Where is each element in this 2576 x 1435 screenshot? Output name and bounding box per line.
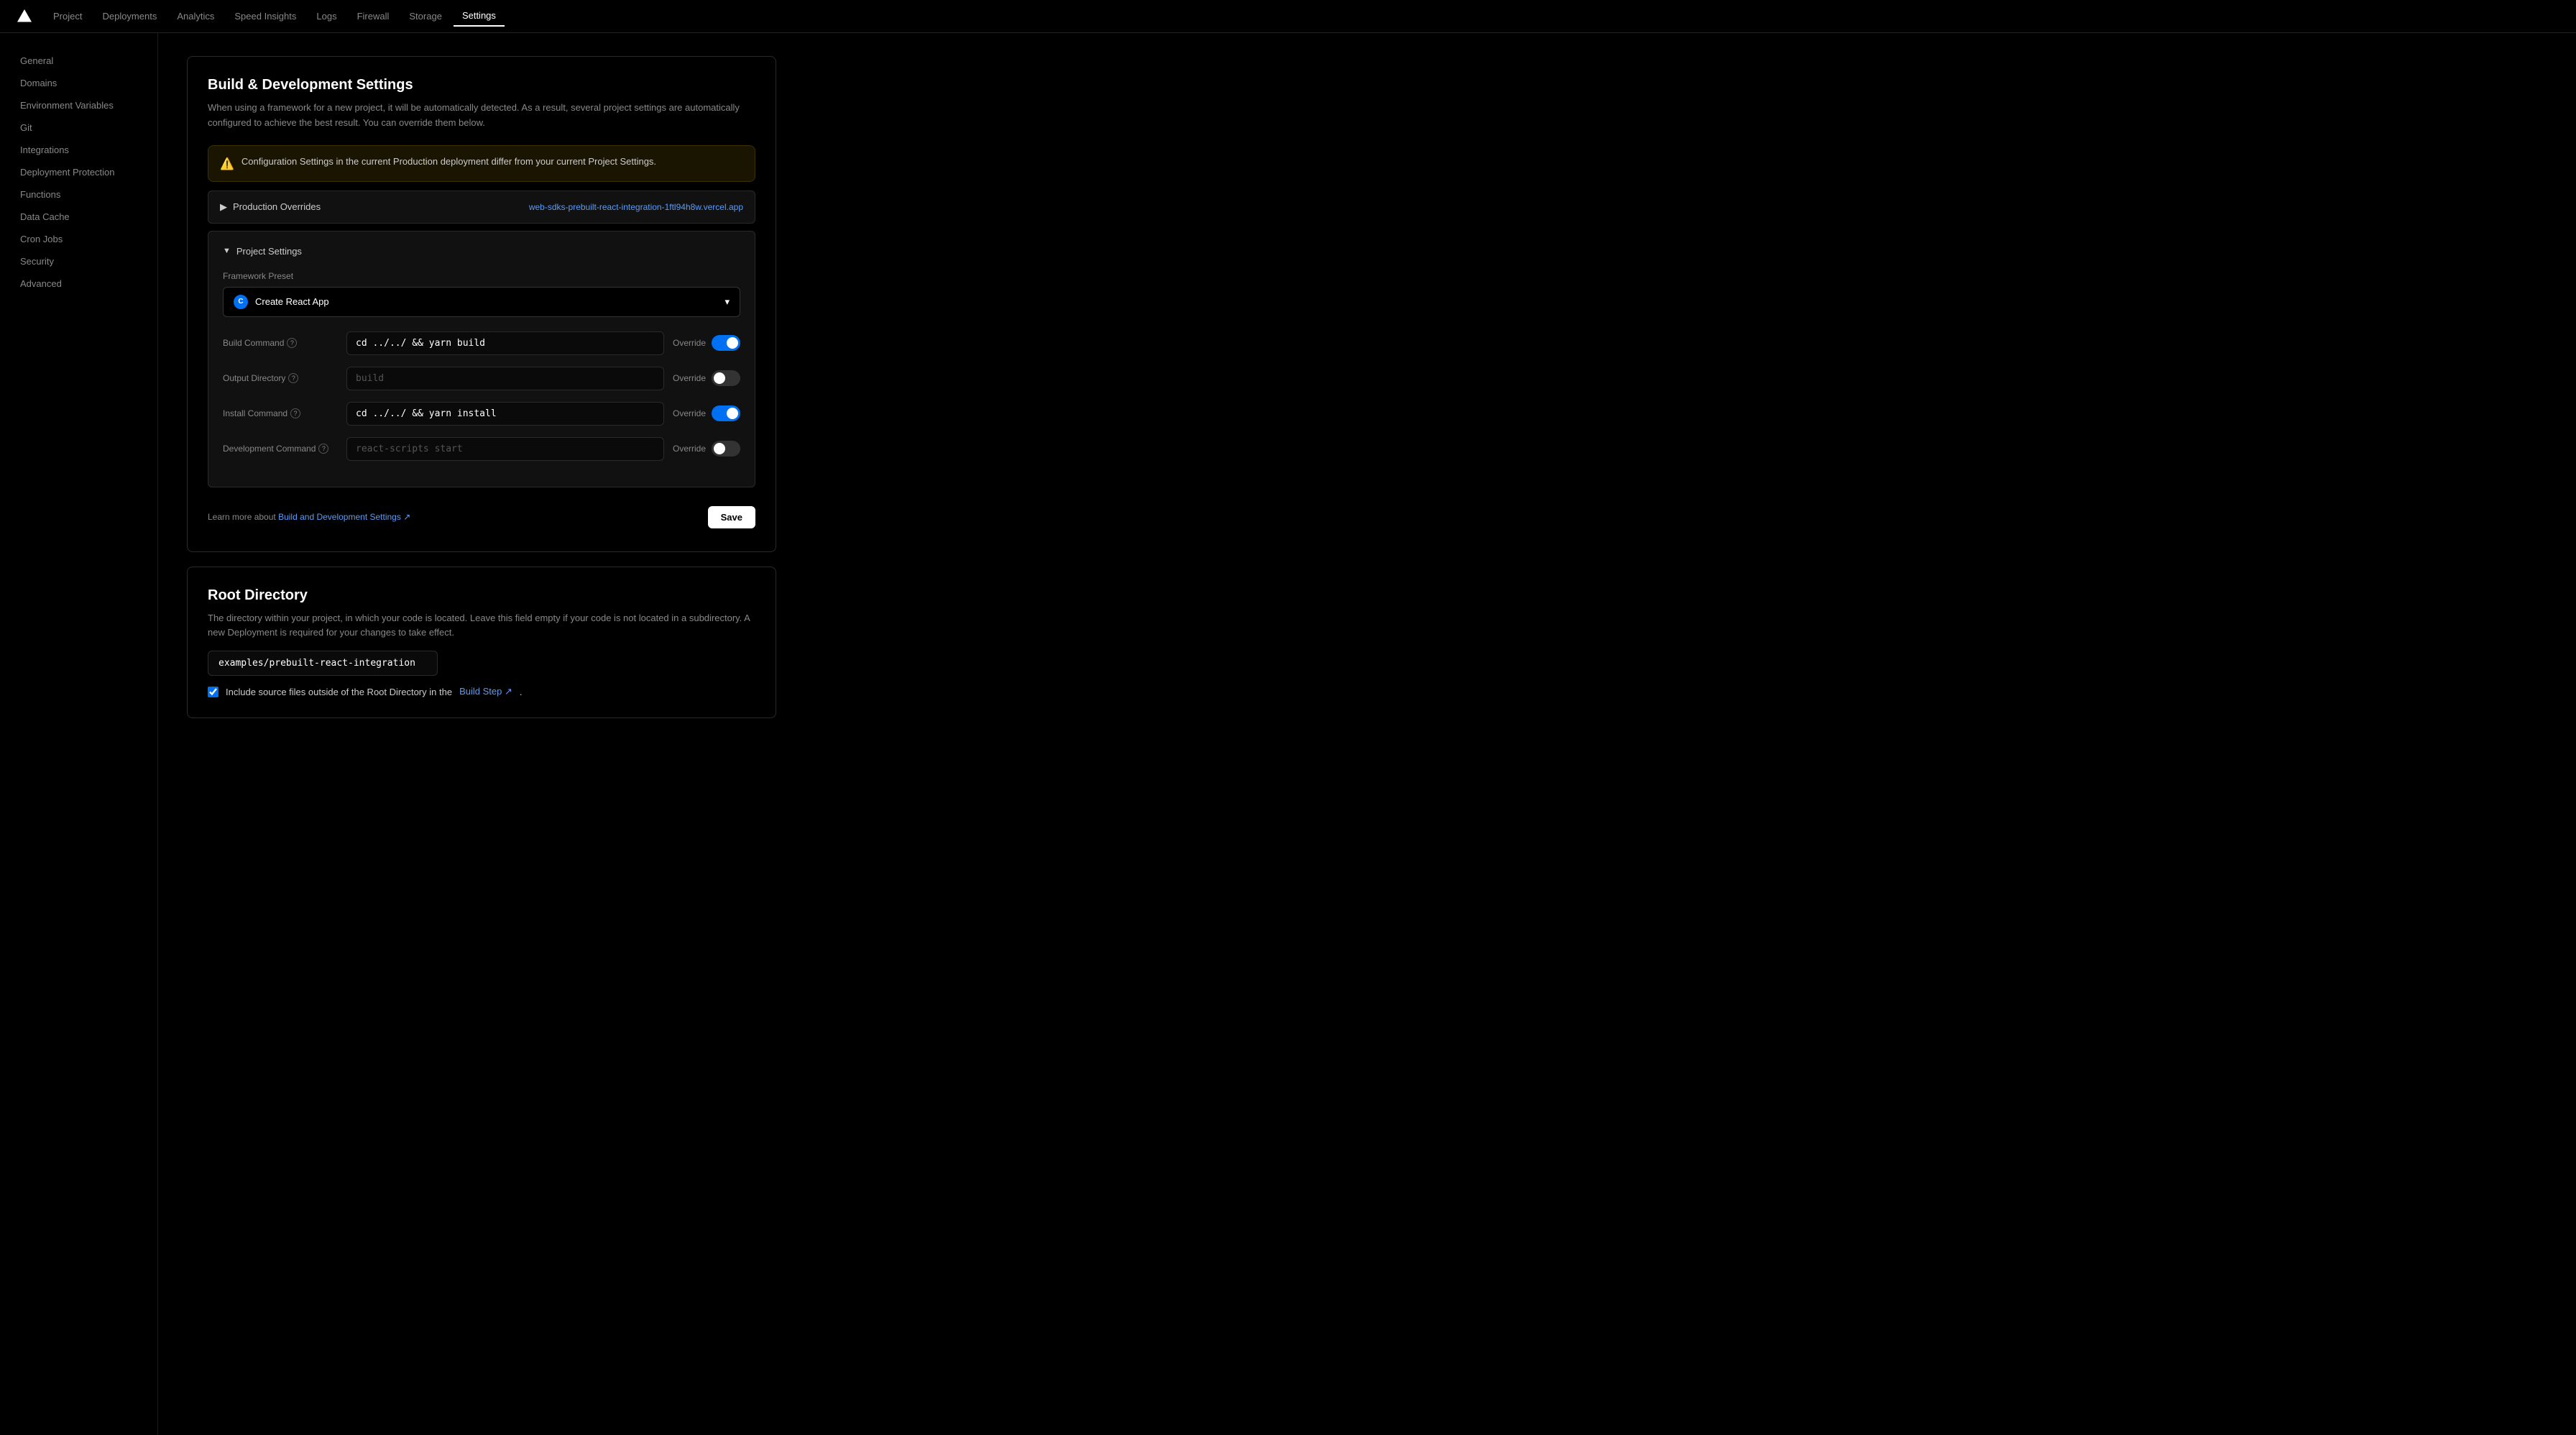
nav-analytics[interactable]: Analytics xyxy=(168,6,223,26)
output-directory-row: Output Directory ? Override xyxy=(223,367,740,390)
nav-firewall[interactable]: Firewall xyxy=(349,6,398,26)
install-command-input[interactable] xyxy=(346,402,664,426)
sidebar-item-git[interactable]: Git xyxy=(12,117,146,138)
sidebar-item-integrations[interactable]: Integrations xyxy=(12,139,146,160)
build-settings-desc: When using a framework for a new project… xyxy=(208,101,755,131)
install-command-help-icon[interactable]: ? xyxy=(290,408,300,418)
output-directory-help-icon[interactable]: ? xyxy=(288,373,298,383)
dev-command-help-icon[interactable]: ? xyxy=(318,444,328,454)
checkbox-label-text: Include source files outside of the Root… xyxy=(226,687,452,697)
nav-settings[interactable]: Settings xyxy=(454,6,505,27)
project-settings-box: ▼ Project Settings Framework Preset C Cr… xyxy=(208,231,755,487)
root-directory-card: Root Directory The directory within your… xyxy=(187,567,776,719)
sidebar-item-env-vars[interactable]: Environment Variables xyxy=(12,95,146,116)
build-command-input[interactable] xyxy=(346,331,664,355)
config-warning-banner: ⚠️ Configuration Settings in the current… xyxy=(208,145,755,182)
chevron-down-icon: ▼ xyxy=(223,247,231,255)
output-directory-toggle[interactable] xyxy=(712,370,740,386)
main-content: Build & Development Settings When using … xyxy=(158,33,805,1435)
build-step-link[interactable]: Build Step ↗ xyxy=(459,686,512,697)
build-section-footer: Learn more about Build and Development S… xyxy=(208,495,755,531)
framework-select[interactable]: C Create React App ▾ xyxy=(223,287,740,317)
build-settings-card: Build & Development Settings When using … xyxy=(187,56,776,552)
sidebar-item-advanced[interactable]: Advanced xyxy=(12,273,146,294)
nav-storage[interactable]: Storage xyxy=(400,6,451,26)
build-command-help-icon[interactable]: ? xyxy=(287,338,297,348)
dev-command-input[interactable] xyxy=(346,437,664,461)
framework-icon: C xyxy=(234,295,248,309)
framework-preset-label: Framework Preset xyxy=(223,271,740,281)
nav-speed-insights[interactable]: Speed Insights xyxy=(226,6,305,26)
warning-icon: ⚠️ xyxy=(220,157,234,171)
logo xyxy=(14,6,34,27)
build-command-row: Build Command ? Override xyxy=(223,331,740,355)
root-directory-desc: The directory within your project, in wh… xyxy=(208,611,755,641)
page-layout: General Domains Environment Variables Gi… xyxy=(0,33,2576,1435)
sidebar: General Domains Environment Variables Gi… xyxy=(0,33,158,1435)
nav-deployments[interactable]: Deployments xyxy=(93,6,165,26)
output-override-label: Override xyxy=(673,373,706,383)
framework-value: Create React App xyxy=(255,296,329,307)
dev-command-row: Development Command ? Override xyxy=(223,437,740,461)
sidebar-item-deployment-protection[interactable]: Deployment Protection xyxy=(12,162,146,183)
sidebar-item-domains[interactable]: Domains xyxy=(12,73,146,93)
install-command-label: Install Command xyxy=(223,408,288,418)
chevron-down-select-icon: ▾ xyxy=(724,296,730,308)
install-command-row: Install Command ? Override xyxy=(223,402,740,426)
sidebar-item-general[interactable]: General xyxy=(12,50,146,71)
production-overrides-row[interactable]: ▶ Production Overrides web-sdks-prebuilt… xyxy=(208,191,755,224)
footer-link[interactable]: Build and Development Settings ↗ xyxy=(278,512,410,522)
build-command-toggle[interactable] xyxy=(712,335,740,351)
root-directory-input[interactable] xyxy=(208,651,438,676)
warning-text: Configuration Settings in the current Pr… xyxy=(242,156,656,167)
top-nav: Project Deployments Analytics Speed Insi… xyxy=(0,0,2576,33)
sidebar-item-security[interactable]: Security xyxy=(12,251,146,272)
dev-command-toggle[interactable] xyxy=(712,441,740,457)
dev-command-label: Development Command xyxy=(223,444,316,454)
production-link[interactable]: web-sdks-prebuilt-react-integration-1ftl… xyxy=(529,202,743,212)
sidebar-item-data-cache[interactable]: Data Cache xyxy=(12,206,146,227)
sidebar-item-cron-jobs[interactable]: Cron Jobs xyxy=(12,229,146,249)
include-source-checkbox-row: Include source files outside of the Root… xyxy=(208,686,755,697)
output-directory-input[interactable] xyxy=(346,367,664,390)
production-overrides-label: ▶ Production Overrides xyxy=(220,201,321,213)
save-button[interactable]: Save xyxy=(708,506,755,528)
install-command-toggle[interactable] xyxy=(712,405,740,421)
output-directory-label: Output Directory xyxy=(223,373,285,383)
root-directory-title: Root Directory xyxy=(208,587,755,604)
include-source-checkbox[interactable] xyxy=(208,687,218,697)
footer-text: Learn more about Build and Development S… xyxy=(208,512,410,522)
sidebar-item-functions[interactable]: Functions xyxy=(12,184,146,205)
chevron-right-icon: ▶ xyxy=(220,201,227,213)
project-settings-header[interactable]: ▼ Project Settings xyxy=(223,246,740,257)
nav-logs[interactable]: Logs xyxy=(308,6,345,26)
build-settings-title: Build & Development Settings xyxy=(208,77,755,93)
nav-project[interactable]: Project xyxy=(45,6,91,26)
dev-override-label: Override xyxy=(673,444,706,454)
build-command-label: Build Command xyxy=(223,338,284,348)
install-override-label: Override xyxy=(673,408,706,418)
build-override-label: Override xyxy=(673,338,706,348)
